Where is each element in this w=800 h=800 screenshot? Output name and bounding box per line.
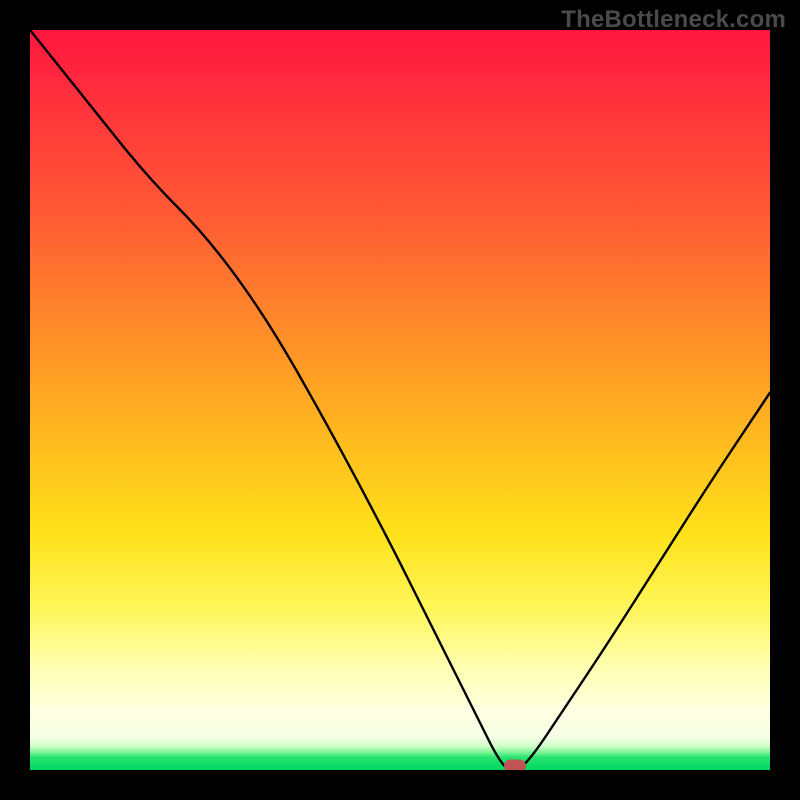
optimal-point-marker <box>504 760 526 771</box>
plot-area <box>30 30 770 770</box>
watermark-text: TheBottleneck.com <box>561 6 786 34</box>
bottleneck-curve <box>30 30 770 770</box>
chart-frame: TheBottleneck.com <box>0 0 800 800</box>
